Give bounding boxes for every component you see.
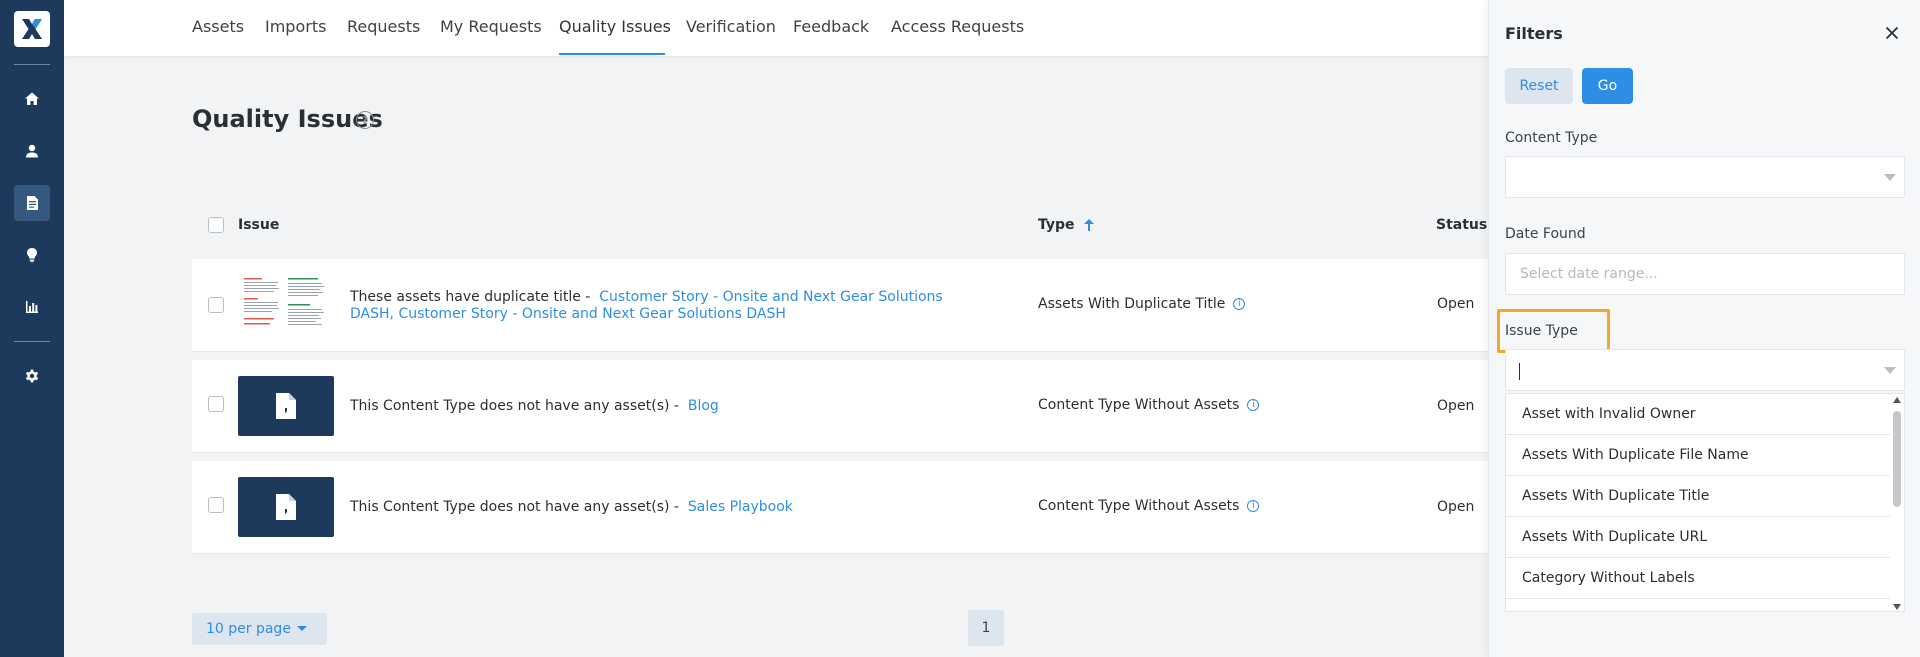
page-number-button[interactable]: 1 (968, 610, 1004, 646)
column-header-status[interactable]: Status (1436, 217, 1487, 233)
active-tab-indicator (559, 53, 665, 55)
chevron-down-icon (1884, 174, 1896, 181)
date-found-label: Date Found (1505, 226, 1586, 242)
tab-my-requests[interactable]: My Requests (440, 17, 542, 36)
dropdown-option[interactable]: Asset with Invalid Owner (1506, 394, 1890, 435)
issue-type: Assets With Duplicate Title i (1038, 296, 1246, 312)
dropdown-scrollbar[interactable] (1890, 394, 1904, 611)
asset-link[interactable]: Customer Story - Onsite and Next Gear So… (398, 306, 785, 322)
tab-feedback[interactable]: Feedback (793, 17, 869, 36)
content-type-link[interactable]: Sales Playbook (688, 499, 793, 515)
info-icon[interactable]: i (1247, 399, 1260, 411)
content-type-link[interactable]: Blog (688, 398, 719, 414)
issue-type: Content Type Without Assets i (1038, 498, 1260, 514)
date-range-input[interactable]: Select date range... (1505, 253, 1905, 295)
column-header-issue[interactable]: Issue (238, 217, 279, 233)
column-header-type[interactable]: Type (1038, 217, 1075, 233)
table-row[interactable]: This Content Type does not have any asse… (192, 360, 1492, 453)
help-icon[interactable]: ? (356, 111, 374, 129)
gear-icon (25, 369, 39, 383)
dropdown-option[interactable]: Assets With Duplicate Title (1506, 476, 1890, 517)
issue-description: This Content Type does not have any asse… (350, 398, 719, 414)
page-title: Quality Issues (192, 105, 383, 133)
info-icon[interactable]: i (1247, 500, 1260, 512)
text-cursor (1519, 363, 1520, 380)
content-type-select[interactable] (1505, 156, 1905, 198)
sidebar-divider (14, 341, 50, 342)
tab-access-requests[interactable]: Access Requests (891, 17, 1024, 36)
scroll-up-arrow-icon[interactable] (1893, 397, 1901, 403)
issue-type-label: Issue Type (1505, 323, 1578, 339)
sidebar-item-analytics[interactable] (14, 289, 50, 325)
lightbulb-icon (27, 248, 37, 263)
info-icon[interactable]: i (1233, 298, 1246, 310)
content-type-label: Content Type (1505, 130, 1598, 146)
asset-thumbnail[interactable] (238, 274, 334, 334)
filters-title: Filters (1505, 24, 1563, 43)
bar-chart-icon (26, 301, 38, 313)
document-icon (27, 196, 38, 210)
issue-description: These assets have duplicate title - Cust… (350, 289, 943, 322)
top-navigation: Assets Imports Requests My Requests Qual… (64, 0, 1488, 56)
sidebar-item-settings[interactable] (14, 358, 50, 394)
row-checkbox[interactable] (208, 497, 224, 513)
issue-status: Open (1437, 398, 1475, 414)
left-sidebar (0, 0, 64, 657)
dropdown-option[interactable]: Category Without Labels (1506, 558, 1890, 599)
document-preview-icon (238, 274, 334, 334)
close-icon[interactable] (1885, 26, 1899, 40)
content-type-thumbnail[interactable] (238, 376, 334, 436)
dropdown-option[interactable]: Assets With Duplicate URL (1506, 517, 1890, 558)
sidebar-item-assets[interactable] (14, 185, 50, 221)
x-logo-icon (22, 19, 42, 39)
issue-description: This Content Type does not have any asse… (350, 499, 793, 515)
file-icon (276, 494, 296, 520)
scroll-down-arrow-icon[interactable] (1893, 604, 1901, 610)
go-button[interactable]: Go (1582, 68, 1633, 104)
per-page-select[interactable]: 10 per page (192, 613, 327, 645)
tab-imports[interactable]: Imports (265, 17, 326, 36)
sidebar-item-home[interactable] (14, 81, 50, 117)
tab-verification[interactable]: Verification (686, 17, 776, 36)
table-row[interactable]: These assets have duplicate title - Cust… (192, 259, 1492, 352)
user-icon (26, 144, 38, 158)
row-checkbox[interactable] (208, 396, 224, 412)
scroll-thumb[interactable] (1893, 411, 1901, 507)
issue-type-dropdown: Asset with Invalid Owner Assets With Dup… (1505, 393, 1905, 612)
content-type-thumbnail[interactable] (238, 477, 334, 537)
issue-type: Content Type Without Assets i (1038, 397, 1260, 413)
caret-down-icon (297, 626, 307, 631)
chevron-down-icon (1884, 367, 1896, 374)
app-logo[interactable] (14, 11, 50, 47)
dropdown-option[interactable]: Assets With Duplicate File Name (1506, 435, 1890, 476)
home-icon (25, 92, 39, 105)
sidebar-item-ideas[interactable] (14, 237, 50, 273)
table-row[interactable]: This Content Type does not have any asse… (192, 461, 1492, 554)
select-all-checkbox[interactable] (208, 217, 224, 233)
reset-button[interactable]: Reset (1505, 68, 1573, 104)
tab-assets[interactable]: Assets (192, 17, 244, 36)
sort-ascending-icon[interactable] (1083, 218, 1095, 232)
issue-status: Open (1437, 499, 1475, 515)
sidebar-item-users[interactable] (14, 133, 50, 169)
filters-panel: Filters Reset Go Content Type Date Found… (1488, 0, 1920, 657)
issue-type-select[interactable] (1505, 349, 1905, 391)
tab-requests[interactable]: Requests (347, 17, 420, 36)
file-icon (276, 393, 296, 419)
row-checkbox[interactable] (208, 297, 224, 313)
tab-quality-issues[interactable]: Quality Issues (559, 17, 671, 36)
issue-status: Open (1437, 296, 1475, 312)
sidebar-divider (14, 64, 50, 65)
